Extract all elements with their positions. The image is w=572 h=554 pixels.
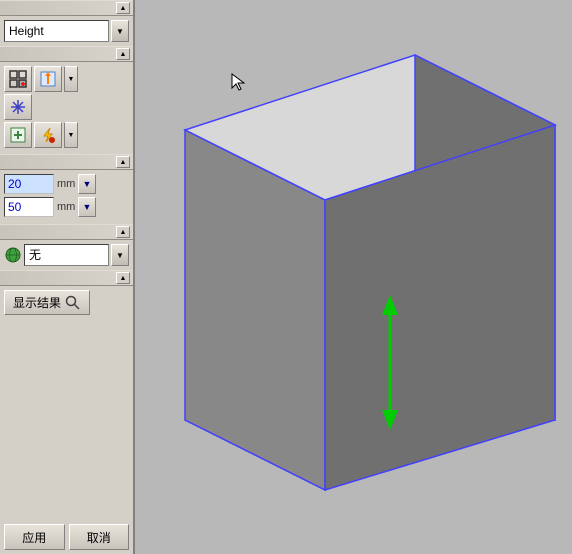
toolbar-row1-dropdown-btn[interactable]: ▼ [64, 66, 78, 92]
collapse-icon-4: ▲ [120, 275, 127, 282]
unit-label-1: mm [57, 178, 75, 190]
cancel-btn[interactable]: 取消 [69, 524, 130, 550]
toolbar-row3-arrow-icon: ▼ [68, 132, 75, 139]
material-globe-icon [4, 246, 22, 264]
toolbar-section: ▼ [0, 62, 133, 154]
scroll-up-btn[interactable]: ▲ [116, 2, 130, 14]
collapse-icon-1: ▲ [120, 51, 127, 58]
array-icon [9, 70, 27, 88]
collapse-icon-2: ▲ [120, 159, 127, 166]
material-row: 无 ▼ [4, 244, 129, 266]
toolbar-row-2 [4, 94, 129, 120]
section-collapse-btn-3[interactable]: ▲ [116, 226, 130, 238]
value-input-2[interactable] [4, 197, 54, 217]
dropdown-arrow-icon: ▼ [116, 27, 124, 36]
direction-icon [39, 70, 57, 88]
apply-btn[interactable]: 应用 [4, 524, 65, 550]
value-row-2: mm ▼ [4, 197, 129, 217]
value-row-1: mm ▼ [4, 174, 129, 194]
toolbar-row3-dropdown-btn[interactable]: ▼ [64, 122, 78, 148]
unit-label-2: mm [57, 201, 75, 213]
collapse-icon-3: ▲ [120, 229, 127, 236]
3d-shape-canvas [135, 0, 572, 554]
height-dropdown-arrow-btn[interactable]: ▼ [111, 20, 129, 42]
search-icon [65, 295, 81, 311]
section-divider-3: ▲ [0, 224, 133, 240]
add-tool-btn[interactable] [4, 122, 32, 148]
array-tool-btn[interactable] [4, 66, 32, 92]
height-dropdown-row: Height ▼ [4, 20, 129, 42]
direction-tool-btn[interactable] [34, 66, 62, 92]
star-tool-btn[interactable] [4, 94, 32, 120]
globe-svg [5, 247, 21, 263]
toolbar-row-3: ▼ [4, 122, 129, 148]
left-panel: ▲ Height ▼ ▲ [0, 0, 135, 554]
section-divider-4: ▲ [0, 270, 133, 286]
material-dropdown-arrow-btn[interactable]: ▼ [111, 244, 129, 266]
toolbar-row1-arrow-icon: ▼ [68, 76, 75, 83]
value-down-icon-1: ▼ [83, 179, 92, 189]
section-collapse-btn-2[interactable]: ▲ [116, 156, 130, 168]
results-section: 显示结果 [0, 286, 133, 319]
lightning-tool-btn[interactable] [34, 122, 62, 148]
add-icon [9, 126, 27, 144]
canvas-area [135, 0, 572, 554]
value-down-icon-2: ▼ [83, 202, 92, 212]
show-results-label: 显示结果 [13, 294, 61, 311]
main-container: ▲ Height ▼ ▲ [0, 0, 572, 554]
lightning-icon [39, 126, 57, 144]
show-results-btn[interactable]: 显示结果 [4, 290, 90, 315]
values-section: mm ▼ mm ▼ [0, 170, 133, 224]
material-arrow-icon: ▼ [116, 251, 124, 260]
material-section: 无 ▼ [0, 240, 133, 270]
height-dropdown[interactable]: Height [4, 20, 109, 42]
value-down-btn-2[interactable]: ▼ [78, 197, 96, 217]
section-collapse-btn-1[interactable]: ▲ [116, 48, 130, 60]
value-down-btn-1[interactable]: ▼ [78, 174, 96, 194]
section-collapse-btn-4[interactable]: ▲ [116, 272, 130, 284]
scroll-up-icon: ▲ [120, 5, 127, 12]
section-divider-1: ▲ [0, 46, 133, 62]
bottom-buttons-section: 应用 取消 [0, 516, 133, 554]
value-input-1[interactable] [4, 174, 54, 194]
toolbar-row-1: ▼ [4, 66, 129, 92]
top-scroll-header: ▲ [0, 0, 133, 16]
section-divider-2: ▲ [0, 154, 133, 170]
height-dropdown-section: Height ▼ [0, 16, 133, 46]
material-dropdown[interactable]: 无 [24, 244, 109, 266]
star-icon [9, 98, 27, 116]
